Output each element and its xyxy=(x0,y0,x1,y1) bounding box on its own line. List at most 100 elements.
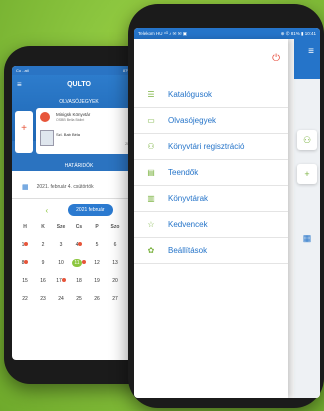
calendar-day-number: 23 xyxy=(40,296,46,302)
calendar-day-number: 19 xyxy=(94,278,100,284)
background-app: ≡ xyxy=(294,39,320,398)
calendar-day[interactable]: 24 xyxy=(52,296,70,302)
plus-icon[interactable]: + xyxy=(297,164,317,184)
calendar-day[interactable]: 17 xyxy=(52,278,70,284)
calendar-day[interactable]: 22 xyxy=(16,296,34,302)
deadlines-title: HATÁRIDŐK xyxy=(64,163,94,169)
weekday-label: P xyxy=(95,224,99,230)
prev-month-icon[interactable]: ‹ xyxy=(45,206,48,215)
calendar-day[interactable]: 1 xyxy=(16,242,34,248)
calendar-icon: ▦ xyxy=(22,184,29,191)
menu-item-label: Olvasójegyek xyxy=(168,116,217,125)
status-left: Co ..atl xyxy=(16,68,29,73)
calendar-day-number: 13 xyxy=(112,260,118,266)
date-bar[interactable]: ▦ 2021. február 4. csütörtök xyxy=(12,176,146,199)
section-title: OLVASÓJEGYEK xyxy=(59,99,99,105)
calendar-day[interactable]: 4 xyxy=(70,242,88,248)
back-phone-screen: Co ..atl 87% 10:13 ≡ QULTO OLVASÓJEGYEK … xyxy=(12,66,146,360)
card-holder: Szl. Bab Béla xyxy=(56,132,81,137)
menu-item[interactable]: ☆ Kedvencek xyxy=(134,212,288,238)
front-phone: Telekom HU ⁴ᴳ ♪ ✉ ✉ ▣ ⊕ ✆ 81% ▮ 10:41 ≡ … xyxy=(128,4,324,408)
card-icon xyxy=(40,130,54,146)
calendar-day-number: 18 xyxy=(76,278,82,284)
menu-list: ☰ Katalógusok ▭ Olvasójegyek ⚇ Könyvtári regi… xyxy=(134,82,288,264)
menu-item[interactable]: ☰ Katalógusok xyxy=(134,82,288,108)
menu-item-label: Beállítások xyxy=(168,246,208,255)
card-icon: ▭ xyxy=(147,116,155,125)
menu-item[interactable]: ▤ Teendők xyxy=(134,160,288,186)
menu-item-label: Kedvencek xyxy=(168,220,208,229)
list-icon: ☰ xyxy=(147,90,155,99)
calendar-day[interactable]: 8 xyxy=(16,260,34,266)
calendar-grid: HKSzeCsPSzoV1234567891011121314151617181… xyxy=(16,224,142,302)
calendar-day[interactable]: 16 xyxy=(34,278,52,284)
calendar-day[interactable]: 11 xyxy=(70,259,88,267)
event-dot xyxy=(78,242,83,246)
calendar-day-number: 25 xyxy=(76,296,82,302)
menu-item-label: Katalógusok xyxy=(168,90,213,99)
calendar-day-number: 20 xyxy=(112,278,118,284)
calendar-day-number: 26 xyxy=(94,296,100,302)
calendar-day[interactable]: 2 xyxy=(34,242,52,248)
calendar-day[interactable]: 9 xyxy=(34,260,52,266)
power-icon[interactable]: ⏻ xyxy=(272,53,280,64)
front-phone-screen: Telekom HU ⁴ᴳ ♪ ✉ ✉ ▣ ⊕ ✆ 81% ▮ 10:41 ≡ … xyxy=(134,28,320,398)
calendar-day[interactable]: 26 xyxy=(88,296,106,302)
star-icon: ☆ xyxy=(147,220,155,229)
library-logo xyxy=(40,112,50,122)
calendar-day-number: 5 xyxy=(95,242,99,248)
calendar-day[interactable]: 18 xyxy=(70,278,88,284)
background-header xyxy=(294,39,320,79)
calendar-day[interactable]: 19 xyxy=(88,278,106,284)
calendar-day-number: 27 xyxy=(112,296,118,302)
chat-icon: ▤ xyxy=(147,168,155,177)
plus-icon: + xyxy=(21,123,27,134)
register-link[interactable]: Könyvtári regisztráció xyxy=(12,148,146,154)
calendar-day-number: 11 xyxy=(72,259,82,267)
navigation-drawer: ⏻ ☰ Katalógusok ▭ Olvasójegyek ⚇ Könyvtári re… xyxy=(134,39,288,398)
weekday-label: Sze xyxy=(56,224,66,230)
calendar-day[interactable]: 5 xyxy=(88,242,106,248)
calendar-day-number: 24 xyxy=(58,296,64,302)
status-bar: Telekom HU ⁴ᴳ ♪ ✉ ✉ ▣ ⊕ ✆ 81% ▮ 10:41 xyxy=(134,28,320,39)
calendar-day[interactable]: 6 xyxy=(106,242,124,248)
calendar-day[interactable]: 27 xyxy=(106,296,124,302)
weekday-label: H xyxy=(23,224,27,230)
card-subtitle: OSBB Bella Bálint xyxy=(56,118,85,122)
card-title: Minigsk Könyvtár xyxy=(56,112,91,117)
calendar-day[interactable]: 3 xyxy=(52,242,70,248)
menu-item[interactable]: ▥ Könyvtárak xyxy=(134,186,288,212)
calendar-day-number: 16 xyxy=(40,278,46,284)
menu-item[interactable]: ▭ Olvasójegyek xyxy=(134,108,288,134)
gear-icon: ✿ xyxy=(147,246,155,255)
menu-item-label: Könyvtárak xyxy=(168,194,209,203)
calendar-day[interactable]: 10 xyxy=(52,260,70,266)
calendar-day-number: 15 xyxy=(22,278,28,284)
menu-item[interactable]: ⚇ Könyvtári regisztráció xyxy=(134,134,288,160)
calendar-day-number: 9 xyxy=(41,260,45,266)
status-left: Telekom HU ⁴ᴳ ♪ ✉ ✉ ▣ xyxy=(138,30,187,36)
calendar-day[interactable]: 25 xyxy=(70,296,88,302)
calendar-day[interactable]: 12 xyxy=(88,260,106,266)
calendar-day[interactable]: 20 xyxy=(106,278,124,284)
calendar-day-number: 22 xyxy=(22,296,28,302)
hamburger-icon[interactable]: ≡ xyxy=(308,46,314,57)
month-pill[interactable]: 2021 február xyxy=(68,204,113,216)
library-icon: ▥ xyxy=(147,194,155,203)
user-add-icon: ⚇ xyxy=(147,142,155,151)
calendar-day[interactable]: 23 xyxy=(34,296,52,302)
menu-item[interactable]: ✿ Beállítások xyxy=(134,238,288,264)
calendar-day[interactable]: 13 xyxy=(106,260,124,266)
calendar-day-number: 6 xyxy=(113,242,117,248)
weekday-label: K xyxy=(41,224,45,230)
user-add-icon[interactable]: ⚇ xyxy=(297,130,317,150)
calendar-day-number: 10 xyxy=(58,260,64,266)
month-selector: ‹ 2021 február xyxy=(12,200,146,220)
event-dot xyxy=(24,260,29,264)
card-add-button[interactable]: + xyxy=(15,111,33,153)
event-dot xyxy=(81,260,86,264)
calendar-day[interactable]: 15 xyxy=(16,278,34,284)
menu-item-label: Könyvtári regisztráció xyxy=(168,142,245,151)
event-dot xyxy=(24,242,29,246)
calendar-icon[interactable]: ▦ xyxy=(297,228,317,248)
